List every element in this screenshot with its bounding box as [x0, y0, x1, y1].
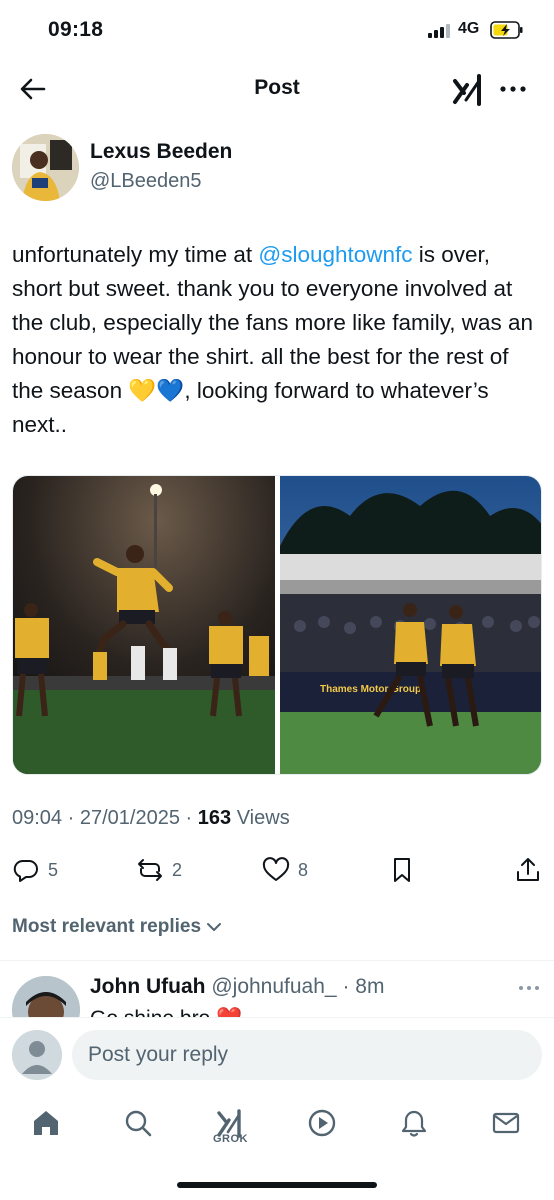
tweet-media: Thames Motor Group [12, 475, 542, 775]
views-count: 163 [197, 807, 232, 829]
bookmark-icon [394, 858, 410, 882]
status-time: 09:18 [48, 18, 104, 41]
tab-video[interactable] [302, 1103, 342, 1143]
media-photo-goal[interactable]: Thames Motor Group [280, 476, 542, 775]
reply-header: John Ufuah @johnufuah_ · 8m [90, 975, 384, 999]
post-time: 09:04 [12, 807, 63, 829]
views-label: Views [236, 807, 290, 829]
reply-author-name[interactable]: John Ufuah [90, 975, 206, 998]
mention-link[interactable]: @sloughtownfc [258, 242, 412, 267]
mail-icon [492, 1112, 520, 1134]
tab-search[interactable] [118, 1103, 158, 1143]
reply-icon [13, 859, 38, 882]
divider [0, 960, 554, 961]
battery-charging-icon [490, 21, 523, 39]
post-meta: 09:04 · 27/01/2025 · 163 Views [12, 807, 290, 830]
meta-separator: · [185, 807, 193, 829]
like-button[interactable]: 8 [262, 856, 308, 884]
post-date: 27/01/2025 [79, 807, 180, 829]
author-avatar[interactable] [12, 134, 79, 201]
tab-messages[interactable] [486, 1103, 526, 1143]
reply-more-icon[interactable] [516, 978, 542, 998]
top-nav: Post [0, 60, 554, 120]
bottom-tab-bar [0, 1097, 554, 1157]
more-options-icon[interactable] [496, 72, 530, 106]
heart-icon [262, 857, 290, 881]
home-indicator [177, 1182, 377, 1188]
tweet-text-rest: is over, short but sweet. thank you to e… [12, 242, 534, 437]
reply-sort-dropdown[interactable]: Most relevant replies [12, 916, 223, 938]
bookmark-button[interactable] [388, 856, 416, 884]
reply-composer [0, 1017, 554, 1097]
signal-icon [428, 22, 452, 38]
grok-icon[interactable] [450, 72, 486, 108]
reply-input[interactable] [72, 1030, 542, 1080]
like-count: 8 [298, 859, 309, 880]
search-icon [125, 1110, 152, 1137]
grok-tab-label: GROK [213, 1133, 248, 1145]
share-icon [517, 858, 539, 881]
network-label: 4G [458, 20, 480, 37]
bell-icon [401, 1110, 427, 1137]
author-name[interactable]: Lexus Beeden [90, 140, 232, 164]
media-photo-celebration[interactable] [13, 476, 275, 775]
tweet-text: unfortunately my time at @sloughtownfc i… [12, 238, 542, 442]
user-avatar[interactable] [12, 1030, 62, 1080]
repost-button[interactable]: 2 [136, 856, 182, 884]
reply-text: Go shine bro ❤️ [90, 1002, 242, 1018]
share-button[interactable] [514, 856, 542, 884]
reply-sort-label: Most relevant replies [12, 916, 202, 937]
tweet-text-start: unfortunately my time at [12, 242, 259, 267]
reply-time: · 8m [342, 975, 385, 998]
ad-board-text: Thames Motor Group [320, 684, 421, 695]
reply-button[interactable]: 5 [12, 856, 58, 884]
reply-count: 5 [48, 859, 59, 880]
play-circle-icon [308, 1109, 336, 1137]
author-handle[interactable]: @LBeeden5 [90, 170, 202, 193]
status-bar: 09:18 4G [0, 0, 554, 60]
home-icon [34, 1111, 58, 1135]
repost-icon [138, 859, 162, 881]
meta-separator: · [67, 807, 75, 829]
tab-home[interactable] [26, 1103, 66, 1143]
action-bar: 5 2 8 [0, 850, 554, 890]
repost-count: 2 [172, 859, 183, 880]
chevron-down-icon [207, 923, 222, 931]
reply-author-handle[interactable]: @johnufuah_ [211, 975, 336, 998]
tab-notifications[interactable] [394, 1103, 434, 1143]
